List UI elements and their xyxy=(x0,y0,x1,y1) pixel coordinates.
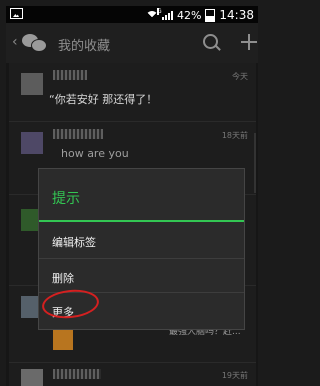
avatar xyxy=(21,73,43,95)
status-bar: G 42% 14:38 xyxy=(6,6,258,23)
favorite-item[interactable]: 今天 “你若安好 那还得了！ xyxy=(9,63,256,122)
favorite-item[interactable]: 19天前 xyxy=(9,363,256,386)
wechat-icon[interactable] xyxy=(22,32,48,52)
signal-icon: G xyxy=(156,8,173,20)
item-time: 18天前 xyxy=(221,131,248,140)
sender-name-blurred xyxy=(53,129,103,139)
dialog-title: 提示 xyxy=(52,191,80,207)
scrollbar[interactable] xyxy=(254,133,256,193)
page-title: 我的收藏 xyxy=(58,39,111,54)
option-label: 删除 xyxy=(52,272,74,285)
item-text: how are you xyxy=(61,147,129,160)
app-bar: ‹ 我的收藏 xyxy=(6,23,258,63)
back-arrow-icon[interactable]: ‹ xyxy=(12,34,18,50)
avatar xyxy=(21,132,43,154)
options-dialog: 提示 编辑标签 删除 更多 xyxy=(38,168,245,330)
item-time: 今天 xyxy=(232,72,248,81)
screen: G 42% 14:38 ‹ 我的收藏 今天 “你若安好 那还得了！ 18天前 h… xyxy=(0,0,270,386)
option-label: 编辑标签 xyxy=(52,236,96,249)
item-text: “你若安好 那还得了！ xyxy=(49,93,158,106)
battery-percent: 42% xyxy=(176,8,202,22)
battery-icon xyxy=(205,8,216,22)
screenshot-notification-icon xyxy=(10,8,23,19)
clock: 14:38 xyxy=(219,8,254,22)
avatar xyxy=(21,369,43,386)
search-icon[interactable] xyxy=(203,34,218,49)
delete-option[interactable]: 删除 xyxy=(39,258,244,294)
sender-name-blurred xyxy=(53,369,101,379)
item-time: 19天前 xyxy=(221,371,248,380)
add-icon[interactable] xyxy=(241,34,257,50)
edit-tags-option[interactable]: 编辑标签 xyxy=(39,222,244,258)
sender-name-blurred xyxy=(53,70,87,80)
